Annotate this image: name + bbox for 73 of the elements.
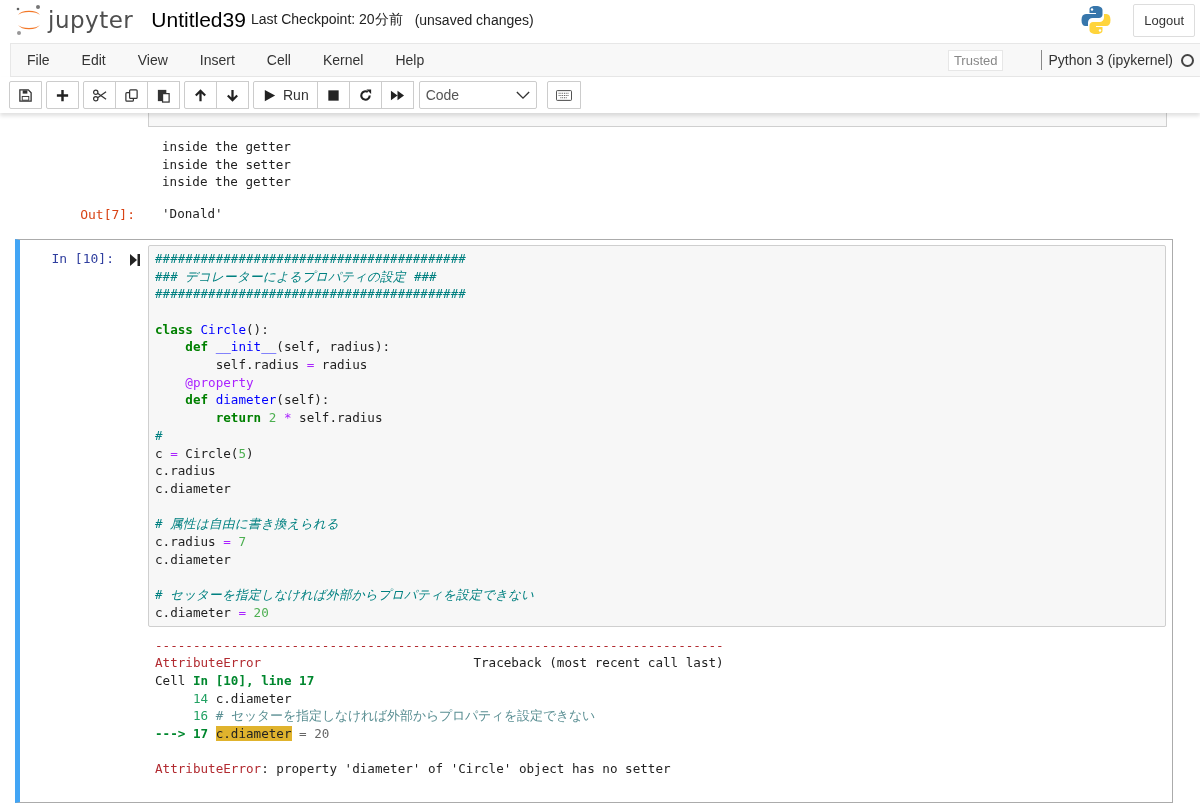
code-line: self.radius = radius bbox=[214, 356, 369, 374]
plus-icon bbox=[55, 87, 70, 103]
code-line: def __init__(self, radius): bbox=[184, 338, 392, 356]
traceback-line: 14 c.diameter bbox=[191, 689, 293, 708]
scissors-icon bbox=[92, 87, 107, 103]
traceback-line: AttributeError Traceback (most recent call last) bbox=[155, 654, 725, 672]
output-line: inside the getter bbox=[162, 138, 292, 156]
code-line: ######################################### bbox=[155, 249, 467, 268]
logo-text[interactable]: jupyter bbox=[48, 7, 134, 33]
checkpoint-status: Last Checkpoint: 20分前 bbox=[250, 11, 403, 29]
output-prompt: Out[7]: bbox=[80, 207, 135, 223]
code-cell[interactable]: inside the getter inside the setter inside the getter Out[7]: 'Donald' bbox=[15, 127, 1173, 233]
up-button[interactable] bbox=[184, 81, 217, 109]
traceback-line: 16 # セッターを指定しなければ外部からプロパティを設定できない bbox=[191, 707, 596, 726]
notebook-name[interactable]: Untitled39 bbox=[151, 8, 246, 32]
fastforward-button[interactable] bbox=[380, 81, 414, 109]
keyboard-button[interactable] bbox=[546, 81, 581, 109]
menu-item[interactable]: File bbox=[25, 52, 66, 68]
run-button[interactable]: Run bbox=[253, 81, 318, 109]
code-cell[interactable] bbox=[15, 238, 1173, 804]
up-arrow-icon bbox=[193, 87, 208, 103]
code-line: # 属性は自由に書き換えられる bbox=[155, 515, 341, 534]
code-line: c.diameter bbox=[155, 479, 232, 498]
output-line: inside the getter bbox=[162, 173, 292, 192]
cell-type-dropdown[interactable]: Code bbox=[418, 81, 537, 109]
add-button[interactable] bbox=[46, 81, 79, 109]
menu-item[interactable]: Insert bbox=[197, 52, 251, 68]
kernel-name[interactable]: Python 3 (ipykernel) bbox=[1048, 52, 1173, 68]
run-cell-icon[interactable] bbox=[130, 253, 140, 266]
output-line: inside the setter bbox=[162, 155, 292, 174]
menu-item[interactable]: View bbox=[135, 52, 184, 68]
copy-button[interactable] bbox=[115, 81, 148, 109]
clipboard-icon bbox=[156, 87, 171, 103]
down-button[interactable] bbox=[216, 81, 249, 109]
code-line: @property bbox=[184, 373, 255, 392]
restart-button[interactable] bbox=[348, 81, 382, 109]
paste-button[interactable] bbox=[147, 81, 180, 109]
code-line: return 2 * self.radius bbox=[214, 409, 384, 427]
code-line: c.diameter = 20 bbox=[155, 603, 270, 622]
keyboard-icon bbox=[555, 89, 572, 101]
traceback-line: AttributeError: property 'diameter' of 'Circle' object has no setter bbox=[155, 760, 672, 779]
code-line: ######################################### bbox=[155, 285, 467, 303]
trusted-indicator[interactable]: Trusted bbox=[947, 49, 1004, 71]
code-line: def diameter(self): bbox=[184, 391, 331, 410]
stop-button[interactable] bbox=[316, 81, 350, 109]
down-arrow-icon bbox=[225, 87, 240, 103]
save-button[interactable] bbox=[9, 81, 42, 109]
stop-icon bbox=[325, 87, 341, 103]
code-line: # セッターを指定しなければ外部からプロパティを設定できない bbox=[155, 586, 536, 604]
code-line: c.diameter bbox=[155, 550, 232, 569]
save-status: (unsaved changes) bbox=[414, 12, 534, 28]
menu-item[interactable]: Help bbox=[393, 52, 441, 68]
code-line: ### デコレーターによるプロパティの設定 ### bbox=[155, 267, 438, 286]
snake-logo-icon bbox=[1081, 5, 1112, 35]
code-line: c = Circle(5) bbox=[155, 444, 255, 463]
code-line: c.radius bbox=[155, 462, 217, 480]
menu-item[interactable]: Edit bbox=[79, 52, 122, 68]
cut-button[interactable] bbox=[83, 81, 116, 109]
chevron-down-icon bbox=[515, 90, 530, 100]
restart-icon bbox=[357, 87, 373, 103]
code-line: # bbox=[155, 426, 164, 445]
play-icon bbox=[262, 87, 277, 103]
copy-icon bbox=[124, 87, 139, 103]
logout-button[interactable]: Logout bbox=[1133, 3, 1195, 37]
code-line: class Circle(): bbox=[155, 320, 270, 339]
menu-item[interactable]: Kernel bbox=[320, 52, 380, 68]
traceback-line: Cell In [10], line 17 bbox=[155, 671, 316, 690]
output-value: 'Donald' bbox=[162, 205, 224, 223]
code-line: c.radius = 7 bbox=[155, 533, 247, 551]
menu-item[interactable]: Cell bbox=[264, 52, 307, 68]
traceback-line: ---> 17 c.diameter = 20 bbox=[155, 725, 331, 743]
input-prompt: In [10]: bbox=[51, 250, 114, 266]
traceback-line: --------------------------------------------------------------------------- bbox=[155, 636, 725, 655]
